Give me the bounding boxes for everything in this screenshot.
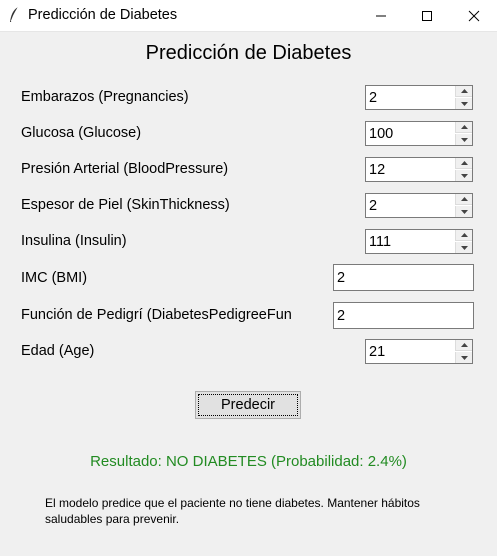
pregnancies-value[interactable]: 2 bbox=[369, 89, 377, 107]
arrow-up-icon bbox=[460, 197, 468, 201]
arrow-down-icon bbox=[460, 355, 468, 360]
arrow-up-icon bbox=[460, 161, 468, 165]
glucose-spinbox[interactable]: 100 bbox=[365, 121, 473, 146]
close-icon bbox=[468, 10, 480, 21]
blood-pressure-decrement[interactable] bbox=[455, 170, 472, 181]
pregnancies-increment[interactable] bbox=[455, 86, 472, 97]
skin-thickness-spinbox[interactable]: 2 bbox=[365, 193, 473, 218]
blood-pressure-value[interactable]: 12 bbox=[369, 161, 385, 179]
insulin-spinbox[interactable]: 111 bbox=[365, 229, 473, 254]
pedigree-label: Función de Pedigrí (DiabetesPedigreeFunc… bbox=[21, 307, 291, 323]
result-text: Resultado: NO DIABETES (Probabilidad: 2.… bbox=[90, 453, 407, 470]
arrow-up-icon bbox=[460, 343, 468, 347]
bmi-value[interactable]: 2 bbox=[337, 269, 345, 287]
age-value[interactable]: 21 bbox=[369, 343, 385, 361]
insulin-decrement[interactable] bbox=[455, 242, 472, 253]
feather-icon bbox=[10, 6, 19, 22]
age-spinbox[interactable]: 21 bbox=[365, 339, 473, 364]
arrow-up-icon bbox=[460, 233, 468, 237]
arrow-down-icon bbox=[460, 137, 468, 142]
minimize-icon bbox=[376, 15, 386, 16]
advice-text: El modelo predice que el paciente no tie… bbox=[45, 496, 420, 526]
window-title: Predicción de Diabetes bbox=[28, 7, 178, 23]
arrow-down-icon bbox=[460, 209, 468, 214]
bmi-entry[interactable]: 2 bbox=[333, 264, 474, 291]
blood-pressure-increment[interactable] bbox=[455, 158, 472, 169]
title-bar: Predicción de Diabetes bbox=[0, 0, 497, 32]
pregnancies-decrement[interactable] bbox=[455, 98, 472, 109]
arrow-up-icon bbox=[460, 89, 468, 93]
glucose-decrement[interactable] bbox=[455, 134, 472, 145]
maximize-icon bbox=[422, 10, 432, 21]
insulin-increment[interactable] bbox=[455, 230, 472, 241]
age-increment[interactable] bbox=[455, 340, 472, 351]
skin-thickness-decrement[interactable] bbox=[455, 206, 472, 217]
blood-pressure-spinbox[interactable]: 12 bbox=[365, 157, 473, 182]
arrow-up-icon bbox=[460, 125, 468, 129]
arrow-down-icon bbox=[460, 173, 468, 178]
skin-thickness-increment[interactable] bbox=[455, 194, 472, 205]
glucose-value[interactable]: 100 bbox=[369, 125, 393, 143]
insulin-label: Insulina (Insulin) bbox=[21, 233, 127, 249]
arrow-down-icon bbox=[460, 245, 468, 250]
close-button[interactable] bbox=[451, 0, 497, 31]
blood-pressure-label: Presión Arterial (BloodPressure) bbox=[21, 161, 229, 177]
page-title: Predicción de Diabetes bbox=[145, 42, 352, 64]
maximize-button[interactable] bbox=[404, 0, 450, 31]
age-decrement[interactable] bbox=[455, 352, 472, 363]
minimize-button[interactable] bbox=[358, 0, 404, 31]
skin-thickness-label: Espesor de Piel (SkinThickness) bbox=[21, 197, 230, 213]
bmi-label: IMC (BMI) bbox=[21, 270, 88, 286]
pregnancies-label: Embarazos (Pregnancies) bbox=[21, 89, 189, 105]
pregnancies-spinbox[interactable]: 2 bbox=[365, 85, 473, 110]
age-label: Edad (Age) bbox=[21, 343, 95, 359]
pedigree-value[interactable]: 2 bbox=[337, 307, 345, 325]
glucose-label: Glucosa (Glucose) bbox=[21, 125, 142, 141]
pedigree-entry[interactable]: 2 bbox=[333, 302, 474, 329]
arrow-down-icon bbox=[460, 101, 468, 106]
glucose-increment[interactable] bbox=[455, 122, 472, 133]
skin-thickness-value[interactable]: 2 bbox=[369, 197, 377, 215]
predict-button[interactable]: Predecir bbox=[195, 391, 301, 419]
insulin-value[interactable]: 111 bbox=[369, 233, 391, 251]
